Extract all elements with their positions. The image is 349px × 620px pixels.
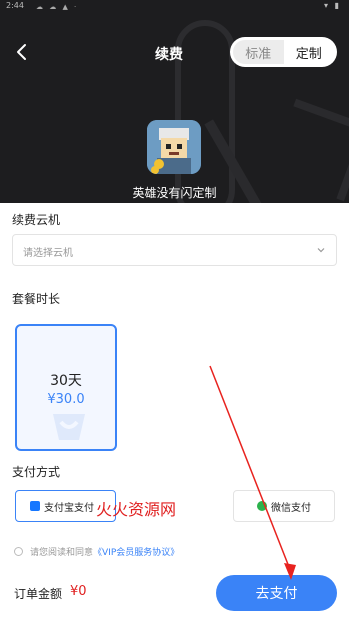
status-indicators: ☁ ☁ ▲ · (36, 3, 79, 11)
watermark-text: 火火资源网 (96, 500, 177, 519)
plan-card-30-days[interactable]: 30天 ¥30.0 (15, 324, 117, 451)
device-select[interactable]: 请选择云机 (12, 234, 337, 266)
header: 2:44 ☁ ☁ ▲ · ▾ ▮ 续费 标准 定制 英雄没有闪定制 (0, 0, 349, 203)
alipay-icon (30, 501, 40, 511)
toggle-custom[interactable]: 定制 (283, 40, 334, 64)
chevron-down-icon (317, 248, 325, 253)
agreement-link[interactable]: 《VIP会员服务协议》 (93, 548, 179, 557)
wechat-icon (257, 501, 267, 511)
game-icon (147, 120, 201, 174)
plan-duration-label: 套餐时长 (12, 292, 61, 306)
order-amount-label: 订单金额 (14, 587, 63, 601)
chevron-left-icon (17, 44, 26, 60)
wechat-pay-button[interactable]: 微信支付 (233, 490, 335, 522)
agreement-prefix: 请您阅读和同意 (30, 548, 94, 557)
basket-icon (53, 414, 85, 440)
status-right-icons: ▾ ▮ (324, 1, 341, 10)
plan-days: 30天 (50, 373, 82, 389)
alipay-label: 支付宝支付 (44, 502, 94, 514)
page-title: 续费 (155, 47, 183, 63)
agreement-row[interactable]: 请您阅读和同意《VIP会员服务协议》 (14, 545, 264, 557)
device-select-placeholder: 请选择云机 (23, 248, 73, 259)
renew-device-label: 续费云机 (12, 213, 61, 227)
agreement-text: 请您阅读和同意《VIP会员服务协议》 (30, 545, 179, 557)
payment-method-label: 支付方式 (12, 465, 61, 479)
plan-price: ¥30.0 (47, 392, 85, 407)
game-name: 英雄没有闪定制 (132, 186, 217, 200)
order-amount-value: ¥0 (70, 584, 87, 599)
agreement-checkbox[interactable] (14, 547, 23, 556)
go-pay-button[interactable]: 去支付 (216, 575, 337, 611)
status-time: 2:44 (6, 1, 24, 10)
status-bar: 2:44 ☁ ☁ ▲ · ▾ ▮ (0, 0, 349, 14)
back-button[interactable] (10, 40, 34, 64)
toggle-standard[interactable]: 标准 (233, 40, 284, 64)
plan-type-toggle[interactable]: 标准 定制 (230, 37, 337, 67)
wechat-pay-label: 微信支付 (271, 502, 311, 514)
